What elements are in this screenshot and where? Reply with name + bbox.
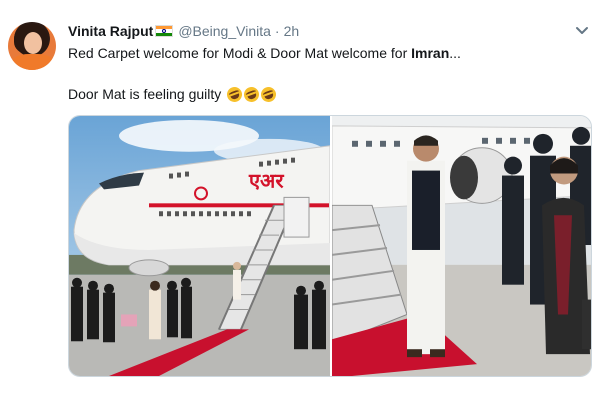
separator-dot: ·: [274, 23, 280, 39]
chevron-down-icon[interactable]: [574, 24, 590, 38]
tweet-text-line-1: Red Carpet welcome for Modi & Door Mat w…: [68, 44, 461, 62]
avatar[interactable]: [8, 22, 56, 70]
india-flag-icon: [155, 25, 174, 37]
laughing-emoji-icon: [242, 84, 262, 105]
tweet-text-line-2: Door Mat is feeling guilty: [68, 84, 279, 105]
photo-red-carpet-graphic: एअर: [69, 116, 330, 376]
plane-livery-text: एअर: [248, 170, 284, 193]
laughing-emoji-icon: [259, 84, 279, 105]
timestamp[interactable]: 2h: [284, 23, 300, 39]
media-grid: एअर: [68, 115, 592, 377]
tweet-header: Vinita Rajput @Being_Vinita · 2h: [68, 22, 299, 40]
user-handle[interactable]: @Being_Vinita: [178, 23, 271, 39]
tweet-text-suffix: ...: [449, 45, 461, 61]
photo-door-mat-welcome[interactable]: [332, 116, 591, 376]
tweet-text-prefix: Red Carpet welcome for Modi & Door Mat w…: [68, 45, 412, 61]
tweet[interactable]: Vinita Rajput @Being_Vinita · 2h Red Car…: [0, 0, 600, 400]
avatar-top: [12, 54, 54, 70]
avatar-face: [24, 32, 42, 54]
display-name[interactable]: Vinita Rajput: [68, 23, 153, 39]
photo-door-mat-graphic: [332, 116, 591, 376]
tweet-text-guilty: Door Mat is feeling guilty: [68, 86, 222, 102]
laughing-emoji-icon: [225, 84, 245, 105]
photo-red-carpet-welcome[interactable]: एअर: [69, 116, 330, 376]
tweet-text-bold: Imran: [411, 45, 450, 61]
